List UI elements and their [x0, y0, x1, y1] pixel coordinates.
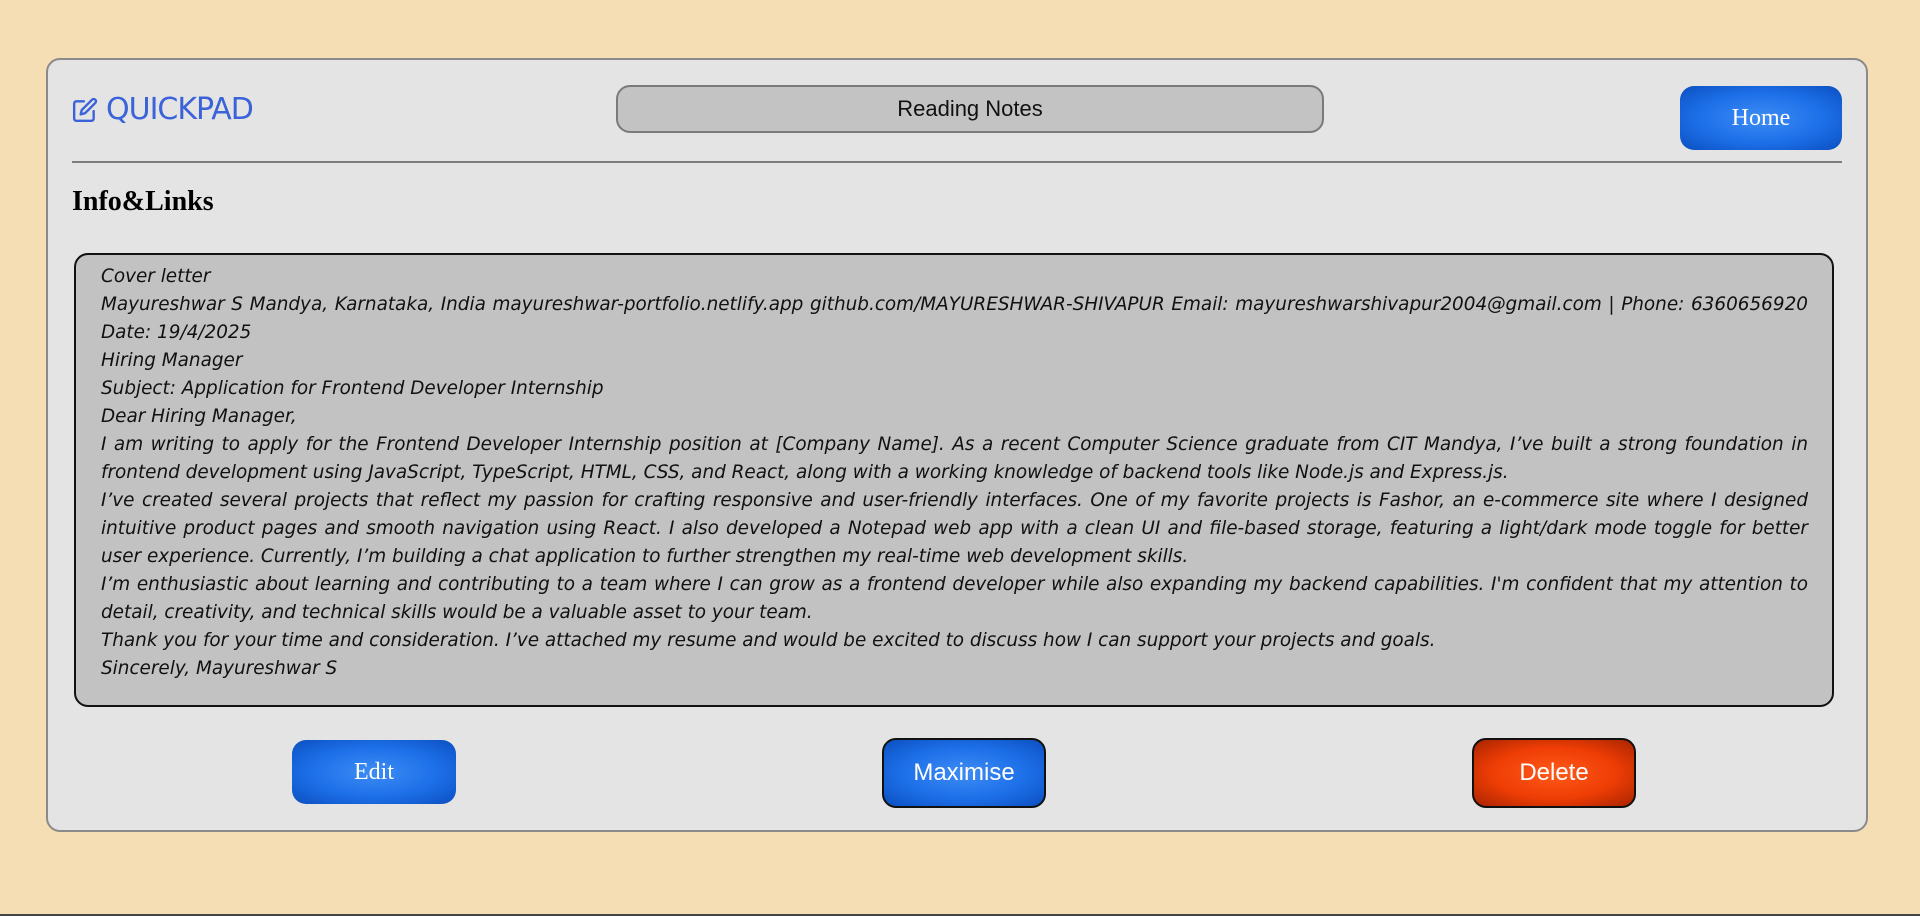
note-line: Cover letter: [101, 266, 211, 287]
edit-icon: [72, 97, 98, 122]
section-heading: Info&Links: [72, 186, 214, 217]
note-line: Mayureshwar S Mandya, Karnataka, India m…: [101, 294, 1808, 343]
note-card: QUICKPAD Reading Notes Home Info&Links C…: [46, 58, 1868, 832]
header-divider: [72, 161, 1842, 163]
edit-button[interactable]: Edit: [292, 740, 456, 804]
note-title: Reading Notes: [616, 85, 1324, 133]
maximise-button[interactable]: Maximise: [882, 738, 1046, 808]
logo-text: QUICKPAD: [106, 92, 254, 127]
note-content[interactable]: Cover letter Mayureshwar S Mandya, Karna…: [74, 253, 1834, 707]
note-line: Sincerely, Mayureshwar S: [101, 658, 338, 679]
home-button[interactable]: Home: [1680, 86, 1842, 150]
note-line: Thank you for your time and consideratio…: [101, 630, 1436, 651]
app-logo[interactable]: QUICKPAD: [72, 92, 254, 127]
note-line: I’ve created several projects that refle…: [101, 490, 1808, 567]
note-line: Subject: Application for Frontend Develo…: [101, 378, 604, 399]
note-line: Hiring Manager: [101, 350, 243, 371]
note-line: I am writing to apply for the Frontend D…: [101, 434, 1808, 483]
delete-button[interactable]: Delete: [1472, 738, 1636, 808]
note-line: Dear Hiring Manager,: [101, 406, 297, 427]
note-line: I’m enthusiastic about learning and cont…: [101, 574, 1808, 623]
